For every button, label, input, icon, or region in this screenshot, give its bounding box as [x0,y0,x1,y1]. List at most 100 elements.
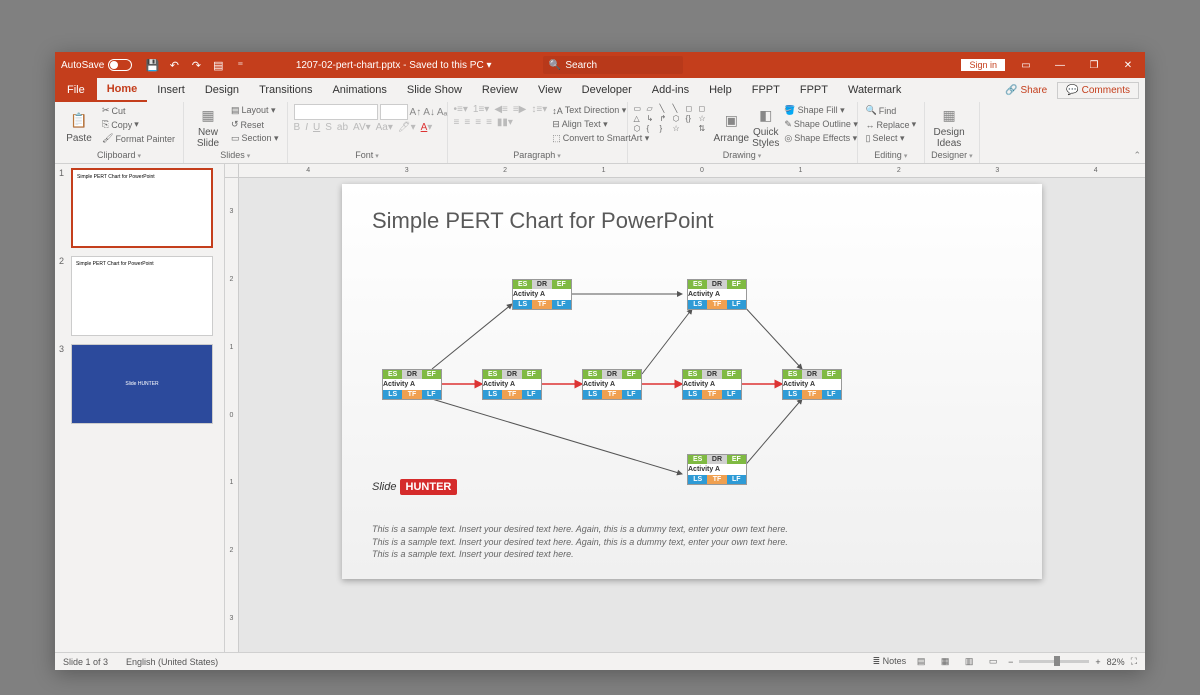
start-icon[interactable]: ▤ [208,55,228,75]
spacing-button[interactable]: AV▾ [353,122,371,133]
format-painter-button[interactable]: 🖌Format Painter [100,132,177,145]
tab-view[interactable]: View [528,78,572,102]
shadow-button[interactable]: ab [337,122,348,133]
strike-button[interactable]: S [325,122,332,133]
thumbnail-1[interactable]: Simple PERT Chart for PowerPoint [71,168,213,248]
font-color-button[interactable]: A▾ [421,122,433,133]
tab-developer[interactable]: Developer [572,78,642,102]
shapes-gallery[interactable]: ▭▱╲╲◻◻ △↳↱⬡{}☆ ⬡{}☆ ⇅ [634,104,711,133]
normal-view-icon[interactable]: ▤ [912,655,930,669]
columns-icon[interactable]: ▮▮▾ [497,117,513,128]
highlight-button[interactable]: 🖊▾ [398,122,416,133]
case-button[interactable]: Aa▾ [376,122,393,133]
cut-button[interactable]: ✂Cut [100,104,177,117]
tab-insert[interactable]: Insert [147,78,195,102]
replace-button[interactable]: ↔Replace ▾ [864,118,919,131]
design-ideas-button[interactable]: ▦Design Ideas [931,104,967,150]
signin-button[interactable]: Sign in [961,59,1005,71]
clear-format-icon[interactable]: Aₐ [437,107,447,118]
indent-inc-icon[interactable]: ≡▶ [513,104,527,115]
reset-button[interactable]: ↺Reset [229,118,281,131]
zoom-level[interactable]: 82% [1107,657,1125,667]
bullets-icon[interactable]: •≡▾ [454,104,468,115]
tab-fppt2[interactable]: FPPT [790,78,838,102]
reading-view-icon[interactable]: ▥ [960,655,978,669]
find-button[interactable]: 🔍Find [864,104,919,117]
tab-slideshow[interactable]: Slide Show [397,78,472,102]
effects-icon: ◎ [784,133,792,144]
tab-watermark[interactable]: Watermark [838,78,911,102]
copy-button[interactable]: ⎘Copy ▾ [100,118,177,131]
comments-button[interactable]: 💬Comments [1057,82,1139,99]
font-size-combo[interactable] [380,104,408,120]
decrease-font-icon[interactable]: A↓ [423,107,435,118]
thumbnail-3[interactable]: Slide HUNTER [71,344,213,424]
group-label-clipboard: Clipboard [61,150,177,161]
shape-fill-button[interactable]: 🪣Shape Fill ▾ [782,104,860,117]
ribbon-options-icon[interactable]: ▭ [1009,52,1043,78]
justify-icon[interactable]: ≡ [486,117,492,128]
share-button[interactable]: 🔗Share [997,82,1055,99]
layout-button[interactable]: ▤Layout ▾ [229,104,281,117]
thumbnail-2[interactable]: Simple PERT Chart for PowerPoint [71,256,213,336]
shape-effects-button[interactable]: ◎Shape Effects ▾ [782,132,860,145]
close-icon[interactable]: ✕ [1111,52,1145,78]
align-left-icon[interactable]: ≡ [454,117,460,128]
undo-icon[interactable]: ↶ [164,55,184,75]
align-center-icon[interactable]: ≡ [464,117,470,128]
language-status[interactable]: English (United States) [126,657,218,667]
slideshow-view-icon[interactable]: ▭ [984,655,1002,669]
copy-icon: ⎘ [102,119,109,130]
select-button[interactable]: ▯Select ▾ [864,132,919,145]
title-bar: AutoSave ● Off 💾 ↶ ↷ ▤ ⁼ 1207-02-pert-ch… [55,52,1145,78]
zoom-out-icon[interactable]: − [1008,657,1013,667]
search-box[interactable]: 🔍 Search [543,56,683,74]
align-right-icon[interactable]: ≡ [475,117,481,128]
slide-counter[interactable]: Slide 1 of 3 [63,657,108,667]
tab-fppt1[interactable]: FPPT [742,78,790,102]
pert-node: ESDREFActivity ALSTFLF [682,369,742,400]
arrange-button[interactable]: ▣Arrange [714,104,750,150]
redo-icon[interactable]: ↷ [186,55,206,75]
slide-canvas[interactable]: Simple PERT Chart for PowerPoint [342,184,1042,579]
tab-review[interactable]: Review [472,78,528,102]
bold-button[interactable]: B [294,122,301,133]
design-ideas-icon: ▦ [939,105,959,125]
line-spacing-icon[interactable]: ↕≡▾ [531,104,547,115]
maximize-icon[interactable]: ❐ [1077,52,1111,78]
collapse-ribbon-icon[interactable]: ⌃ [980,102,1145,163]
sorter-view-icon[interactable]: ▦ [936,655,954,669]
tab-design[interactable]: Design [195,78,249,102]
tab-home[interactable]: Home [97,78,148,102]
notes-button[interactable]: ≣ Notes [873,656,907,667]
slidehunter-logo: Slide HUNTER [372,481,457,493]
group-designer: ▦Design Ideas Designer [925,102,980,163]
zoom-slider[interactable] [1019,660,1089,663]
numbering-icon[interactable]: 1≡▾ [473,104,489,115]
new-slide-button[interactable]: ▦New Slide [190,104,226,150]
group-paragraph: •≡▾ 1≡▾ ◀≡ ≡▶ ↕≡▾ ≡ ≡ ≡ ≡ ▮▮▾ ↕ [448,102,628,163]
tab-animations[interactable]: Animations [322,78,396,102]
autosave-toggle[interactable]: AutoSave ● Off [55,59,138,71]
minimize-icon[interactable]: — [1043,52,1077,78]
reset-icon: ↺ [231,119,239,130]
font-name-combo[interactable] [294,104,378,120]
tab-file[interactable]: File [55,78,97,102]
indent-dec-icon[interactable]: ◀≡ [494,104,508,115]
fit-icon[interactable]: ⛶ [1131,656,1137,667]
italic-button[interactable]: I [305,122,308,133]
underline-button[interactable]: U [313,122,320,133]
shape-outline-button[interactable]: ✎Shape Outline ▾ [782,118,860,131]
slide-thumbnails: 1 Simple PERT Chart for PowerPoint 2 Sim… [55,164,225,652]
tab-transitions[interactable]: Transitions [249,78,322,102]
pert-node: ESDREFActivity ALSTFLF [482,369,542,400]
paste-button[interactable]: 📋Paste [61,104,97,150]
zoom-in-icon[interactable]: + [1095,657,1100,667]
section-button[interactable]: ▭Section ▾ [229,132,281,145]
tab-help[interactable]: Help [699,78,742,102]
save-icon[interactable]: 💾 [142,55,162,75]
increase-font-icon[interactable]: A↑ [410,107,422,118]
qat-more-icon[interactable]: ⁼ [230,55,250,75]
tab-addins[interactable]: Add-ins [642,78,699,102]
quick-styles-button[interactable]: ◧Quick Styles [752,104,779,150]
